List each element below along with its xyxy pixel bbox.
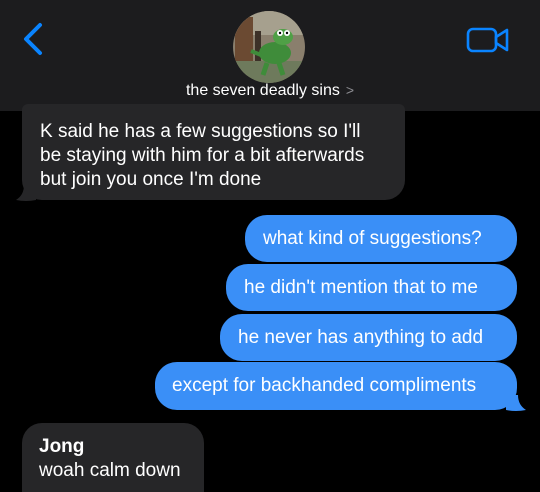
message-text: woah calm down (39, 460, 181, 481)
sender-name: Jong (39, 436, 85, 457)
received-message[interactable]: Jong woah calm down (22, 423, 204, 492)
kermit-avatar-image (233, 11, 305, 83)
sent-message[interactable]: what kind of suggestions? (245, 215, 517, 262)
group-avatar[interactable] (233, 11, 305, 83)
message-line: be staying with him for a bit afterwards (40, 145, 365, 166)
group-name[interactable]: the seven deadly sins > (0, 80, 540, 100)
received-message[interactable]: K said he has a few suggestions so I'll … (22, 104, 405, 200)
bubble-tail (16, 185, 36, 201)
message-text: what kind of suggestions? (263, 228, 482, 249)
sent-message[interactable]: except for backhanded compliments (155, 362, 517, 410)
message-line: K said he has a few suggestions so I'll (40, 121, 361, 142)
message-line: but join you once I'm done (40, 169, 262, 190)
sent-message[interactable]: he never has anything to add (220, 314, 517, 361)
video-call-icon[interactable] (466, 26, 510, 54)
chevron-right-icon: > (345, 82, 355, 98)
message-text: he never has anything to add (238, 327, 484, 348)
sent-message[interactable]: he didn't mention that to me (226, 264, 517, 311)
bubble-tail (506, 395, 526, 411)
message-text: except for backhanded compliments (172, 375, 477, 396)
group-name-label: the seven deadly sins (185, 82, 340, 99)
message-text: he didn't mention that to me (244, 277, 478, 298)
chevron-left-icon[interactable] (18, 22, 48, 56)
chat-header: the seven deadly sins > (0, 0, 540, 111)
